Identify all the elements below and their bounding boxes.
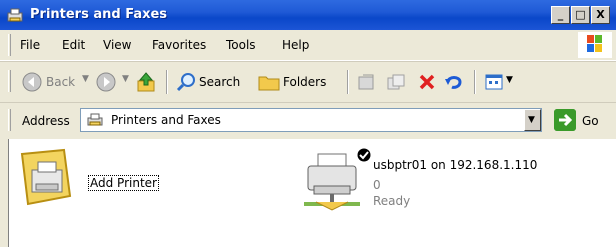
printers-folder-icon: [7, 8, 23, 22]
maximize-button[interactable]: □: [571, 6, 590, 24]
menu-tools[interactable]: Tools: [226, 38, 256, 52]
add-printer-icon: [20, 148, 72, 206]
search-button-label[interactable]: Search: [199, 75, 240, 89]
menu-file[interactable]: File: [20, 38, 40, 52]
menu-edit[interactable]: Edit: [62, 38, 85, 52]
back-arrow-icon[interactable]: [22, 72, 42, 92]
address-bar: Address Printers and Faxes ▼ Go: [0, 102, 616, 140]
address-input[interactable]: Printers and Faxes ▼: [80, 108, 542, 132]
title-bar[interactable]: Printers and Faxes _ □ X: [0, 0, 616, 30]
minimize-button[interactable]: _: [551, 6, 570, 24]
menu-bar: File Edit View Favorites Tools Help: [0, 30, 616, 61]
back-button-label[interactable]: Back: [46, 75, 75, 89]
printer-status: Ready: [373, 194, 411, 208]
left-frame-edge: [0, 139, 9, 247]
views-icon[interactable]: [484, 72, 504, 92]
menu-help[interactable]: Help: [282, 38, 309, 52]
printers-folder-icon: [87, 113, 103, 126]
printer-name: usbptr01 on 192.168.1.110: [373, 158, 538, 172]
go-button-label[interactable]: Go: [582, 114, 599, 128]
up-folder-icon[interactable]: [136, 71, 156, 93]
address-dropdown-button[interactable]: ▼: [524, 109, 541, 131]
chevron-down-icon: ▼: [528, 115, 535, 125]
folders-button-label[interactable]: Folders: [283, 75, 326, 89]
folders-icon[interactable]: [258, 72, 280, 92]
address-grip[interactable]: [8, 109, 11, 131]
toolbar-separator: [166, 70, 168, 94]
window-title: Printers and Faxes: [30, 7, 168, 22]
forward-dropdown-icon[interactable]: ▼: [122, 74, 129, 84]
default-printer-check-icon: [357, 148, 371, 162]
toolbar-grip[interactable]: [8, 70, 11, 92]
address-label: Address: [22, 114, 70, 128]
forward-arrow-icon[interactable]: [96, 72, 116, 92]
search-icon[interactable]: [176, 72, 196, 92]
toolbar-separator: [474, 70, 476, 94]
menu-view[interactable]: View: [103, 38, 131, 52]
close-button[interactable]: X: [591, 6, 610, 24]
go-arrow-icon[interactable]: [554, 109, 576, 131]
menu-grip[interactable]: [8, 34, 11, 56]
menu-favorites[interactable]: Favorites: [152, 38, 206, 52]
move-to-icon[interactable]: [357, 73, 377, 91]
windows-logo-icon: [578, 32, 612, 58]
undo-icon[interactable]: [444, 72, 464, 92]
toolbar-separator: [347, 70, 349, 94]
add-printer-label[interactable]: Add Printer: [88, 175, 159, 191]
delete-icon[interactable]: [418, 73, 436, 91]
copy-to-icon[interactable]: [386, 73, 406, 91]
views-dropdown-icon[interactable]: ▼: [506, 75, 513, 85]
address-value: Printers and Faxes: [111, 113, 221, 127]
printer-document-count: 0: [373, 178, 381, 192]
back-dropdown-icon[interactable]: ▼: [82, 74, 89, 84]
standard-toolbar: Back ▼ ▼ Search Folders ▼: [0, 61, 616, 103]
